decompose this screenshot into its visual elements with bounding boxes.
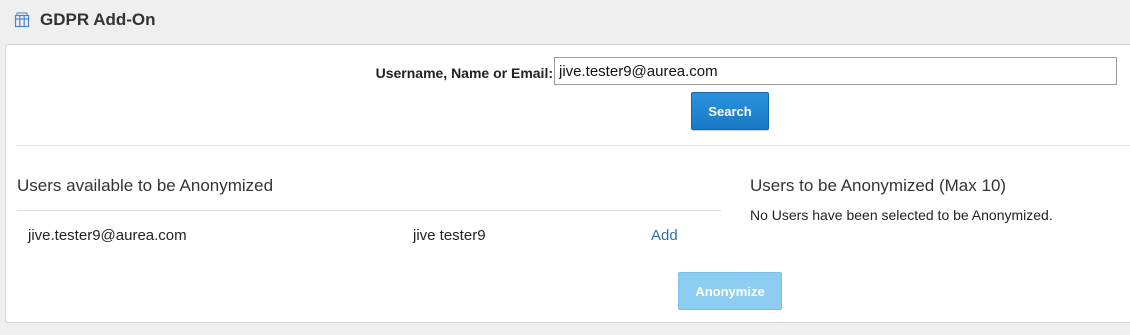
user-name: jive tester9 (413, 227, 486, 244)
search-label: Username, Name or Email: (375, 65, 553, 81)
add-user-link[interactable]: Add (651, 227, 678, 244)
search-row: Username, Name or Email: (6, 57, 1130, 87)
divider (16, 145, 1130, 146)
search-button[interactable]: Search (691, 92, 769, 130)
gdpr-panel: Username, Name or Email: Search Users av… (5, 44, 1130, 323)
user-email: jive.tester9@aurea.com (28, 227, 187, 244)
selected-users-heading: Users to be Anonymized (Max 10) (750, 176, 1007, 195)
search-input[interactable] (554, 57, 1117, 85)
available-users-heading: Users available to be Anonymized (17, 176, 274, 195)
page-title: GDPR Add-On (40, 10, 156, 29)
gift-box-icon (14, 12, 30, 28)
empty-selection-message: No Users have been selected to be Anonym… (750, 207, 1053, 223)
page-header: GDPR Add-On (0, 0, 1130, 42)
divider (17, 210, 721, 211)
anonymize-button[interactable]: Anonymize (678, 272, 782, 310)
